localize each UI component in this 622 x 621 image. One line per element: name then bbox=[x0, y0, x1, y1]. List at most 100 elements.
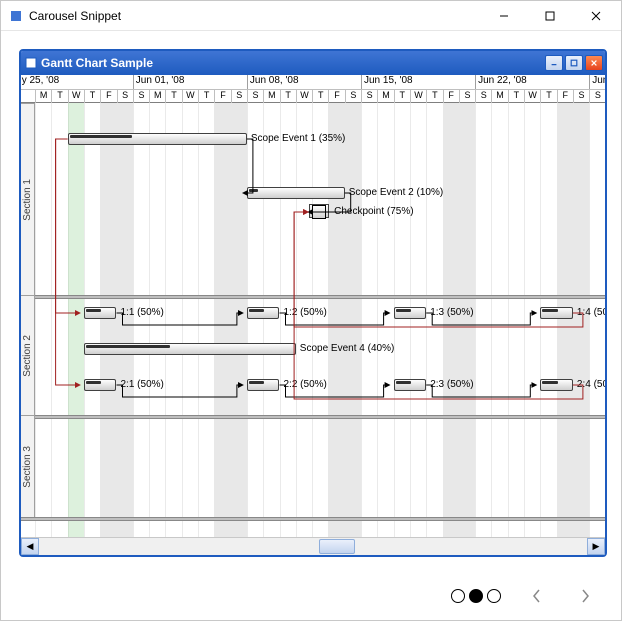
carousel-dot[interactable] bbox=[487, 589, 501, 603]
gantt-bar[interactable] bbox=[84, 343, 296, 355]
week-label: Jun 2 bbox=[589, 75, 605, 89]
gantt-bar[interactable] bbox=[394, 379, 427, 391]
gantt-bar[interactable] bbox=[68, 133, 247, 145]
day-label: T bbox=[540, 90, 556, 104]
day-label: S bbox=[573, 90, 589, 104]
carousel-next-button[interactable] bbox=[573, 584, 597, 608]
day-label: T bbox=[394, 90, 410, 104]
day-label: F bbox=[557, 90, 573, 104]
day-label: T bbox=[165, 90, 181, 104]
carousel-dots bbox=[451, 589, 501, 603]
timeline-header: y 25, '08 Jun 01, '08 Jun 08, '08 Jun 15, '… bbox=[21, 75, 605, 103]
horizontal-scrollbar[interactable]: ◀ ▶ bbox=[21, 537, 605, 555]
day-label: T bbox=[84, 90, 100, 104]
gantt-window: Gantt Chart Sample y 25, '08 Jun 01, '08 J… bbox=[19, 49, 607, 557]
gantt-bar[interactable] bbox=[247, 379, 280, 391]
day-label: W bbox=[68, 90, 84, 104]
day-label: S bbox=[231, 90, 247, 104]
section-label: Section 3 bbox=[22, 446, 33, 488]
event-label: Scope Event 2 (10%) bbox=[349, 187, 444, 198]
day-label: M bbox=[491, 90, 507, 104]
day-label: T bbox=[508, 90, 524, 104]
day-label: M bbox=[35, 90, 51, 104]
gantt-bar[interactable] bbox=[247, 187, 345, 199]
gantt-window-title: Gantt Chart Sample bbox=[41, 56, 153, 70]
event-label: 2:1 (50%) bbox=[121, 379, 164, 390]
gantt-window-titlebar[interactable]: Gantt Chart Sample bbox=[21, 51, 605, 75]
day-label: S bbox=[345, 90, 361, 104]
day-label: T bbox=[51, 90, 67, 104]
mdi-minimize-button[interactable] bbox=[545, 55, 563, 71]
event-label: 1:2 (50%) bbox=[284, 307, 327, 318]
section-pane: Section 1 bbox=[21, 103, 35, 295]
day-label: S bbox=[117, 90, 133, 104]
gantt-bar[interactable] bbox=[540, 307, 573, 319]
gantt-bar[interactable] bbox=[394, 307, 427, 319]
day-label: M bbox=[377, 90, 393, 104]
event-label: 2:3 (50%) bbox=[430, 379, 473, 390]
day-label: W bbox=[296, 90, 312, 104]
section-pane: Section 2 bbox=[21, 295, 35, 415]
scroll-left-button[interactable]: ◀ bbox=[21, 538, 39, 555]
os-window-controls bbox=[481, 2, 619, 30]
minimize-button[interactable] bbox=[481, 2, 527, 30]
gantt-area: y 25, '08 Jun 01, '08 Jun 08, '08 Jun 15, '… bbox=[21, 75, 605, 555]
gantt-bar[interactable] bbox=[84, 379, 117, 391]
day-label: T bbox=[280, 90, 296, 104]
event-label: 1:4 (50%) bbox=[577, 307, 605, 318]
event-label: 1:3 (50%) bbox=[430, 307, 473, 318]
week-label: Jun 22, '08 bbox=[475, 75, 527, 89]
gantt-bar[interactable] bbox=[84, 307, 117, 319]
day-label: T bbox=[426, 90, 442, 104]
day-label: F bbox=[328, 90, 344, 104]
day-label: S bbox=[589, 90, 605, 104]
scroll-track[interactable] bbox=[39, 538, 587, 555]
close-button[interactable] bbox=[573, 2, 619, 30]
day-label: T bbox=[312, 90, 328, 104]
milestone-inner bbox=[312, 205, 326, 219]
day-label: W bbox=[524, 90, 540, 104]
event-label: 2:2 (50%) bbox=[284, 379, 327, 390]
gantt-bar[interactable] bbox=[540, 379, 573, 391]
carousel-dot[interactable] bbox=[451, 589, 465, 603]
event-label: Scope Event 1 (35%) bbox=[251, 133, 346, 144]
chart-body[interactable]: Section 1 Section 2 Section 3 Scope Event 1… bbox=[21, 103, 605, 537]
document-icon bbox=[25, 57, 37, 69]
event-label: 1:1 (50%) bbox=[121, 307, 164, 318]
section-pane: Section 3 bbox=[21, 415, 35, 517]
section-label: Section 2 bbox=[22, 335, 33, 377]
mdi-maximize-button[interactable] bbox=[565, 55, 583, 71]
day-label: W bbox=[410, 90, 426, 104]
week-label: Jun 01, '08 bbox=[133, 75, 185, 89]
event-label: 2:4 (50%) bbox=[577, 379, 605, 390]
gantt-bar[interactable] bbox=[247, 307, 280, 319]
event-label: Scope Event 4 (40%) bbox=[300, 343, 395, 354]
app-icon bbox=[9, 9, 23, 23]
day-label: M bbox=[263, 90, 279, 104]
week-label: Jun 08, '08 bbox=[247, 75, 299, 89]
gantt-chart[interactable]: y 25, '08 Jun 01, '08 Jun 08, '08 Jun 15, '… bbox=[21, 75, 605, 537]
event-label: Checkpoint (75%) bbox=[334, 206, 413, 217]
carousel-prev-button[interactable] bbox=[525, 584, 549, 608]
day-label: F bbox=[443, 90, 459, 104]
day-label: F bbox=[100, 90, 116, 104]
day-label: S bbox=[475, 90, 491, 104]
section-label: Section 1 bbox=[22, 179, 33, 221]
week-label: Jun 15, '08 bbox=[361, 75, 413, 89]
carousel-dot[interactable] bbox=[469, 589, 483, 603]
week-label: y 25, '08 bbox=[21, 75, 59, 89]
scroll-right-button[interactable]: ▶ bbox=[587, 538, 605, 555]
maximize-button[interactable] bbox=[527, 2, 573, 30]
scroll-thumb[interactable] bbox=[319, 539, 355, 554]
day-label: S bbox=[459, 90, 475, 104]
os-window: Carousel Snippet Gantt Chart Sample y 25… bbox=[0, 0, 622, 621]
carousel-controls bbox=[1, 572, 621, 620]
day-label: T bbox=[198, 90, 214, 104]
day-label: S bbox=[133, 90, 149, 104]
day-label: M bbox=[149, 90, 165, 104]
day-label: W bbox=[182, 90, 198, 104]
os-window-title: Carousel Snippet bbox=[29, 9, 121, 23]
day-label: S bbox=[247, 90, 263, 104]
mdi-close-button[interactable] bbox=[585, 55, 603, 71]
os-titlebar[interactable]: Carousel Snippet bbox=[1, 1, 621, 31]
